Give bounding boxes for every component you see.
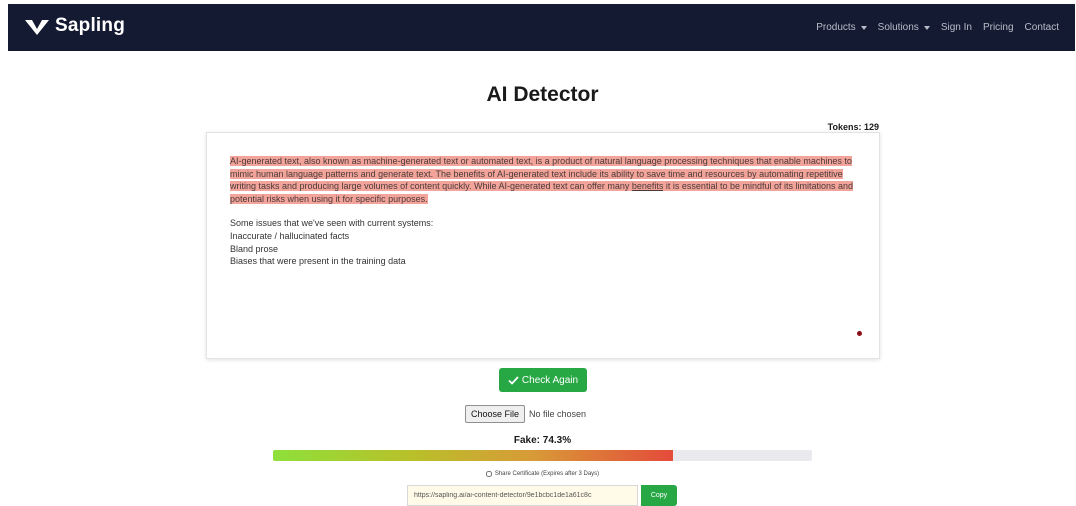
nav-solutions[interactable]: Solutions <box>878 22 930 33</box>
file-status: No file chosen <box>529 409 587 419</box>
caret-down-icon <box>923 25 930 30</box>
editor-line: Bland prose <box>230 243 279 254</box>
token-count: Tokens: 129 <box>827 122 879 132</box>
nav-products[interactable]: Products <box>816 22 867 33</box>
share-certificate[interactable]: Share Certificate (Expires after 3 Days) <box>0 471 1076 477</box>
editor-line: Biases that were present in the training… <box>230 256 406 267</box>
brand-logo-link[interactable]: Sapling <box>24 15 125 37</box>
copy-button[interactable]: Copy <box>641 485 677 506</box>
choose-file-button[interactable]: Choose File <box>465 405 526 423</box>
nav-signin[interactable]: Sign In <box>941 22 972 33</box>
nav-products-label: Products <box>816 22 856 33</box>
fake-score-label: Fake: 74.3% <box>513 435 572 446</box>
editor-line: Some issues that we've seen with current… <box>230 218 434 229</box>
nav-solutions-label: Solutions <box>877 22 919 33</box>
editor-line: Inaccurate / hallucinated facts <box>230 230 350 241</box>
caret-down-icon <box>860 25 867 30</box>
share-certificate-label: Share Certificate (Expires after 3 Days) <box>494 471 600 477</box>
check-again-label: Check Again <box>521 374 579 386</box>
nav-contact[interactable]: Contact <box>1025 22 1059 33</box>
sapling-logo-icon <box>25 20 49 35</box>
highlighted-paragraph: AI-generated text, also known as machine… <box>230 155 858 205</box>
text-editor[interactable]: AI-generated text, also known as machine… <box>206 132 880 359</box>
nav-links: Products Solutions Sign In Pricing Conta… <box>805 4 1059 51</box>
fake-score-bar <box>273 450 812 461</box>
share-url-field[interactable] <box>407 485 638 506</box>
navbar: Sapling Products Solutions Sign In Prici… <box>8 4 1075 51</box>
share-certificate-checkbox[interactable] <box>485 471 492 477</box>
nav-pricing[interactable]: Pricing <box>983 22 1014 33</box>
share-url-row: Copy <box>407 485 677 506</box>
brand-name: Sapling <box>55 15 126 36</box>
page-title: AI Detector <box>486 83 599 106</box>
ai-highlight-underlined: benefits <box>631 181 664 192</box>
check-again-button[interactable]: Check Again <box>499 368 587 392</box>
check-icon <box>508 375 519 385</box>
status-dot <box>857 331 862 336</box>
file-upload: Choose File No file chosen <box>465 405 586 423</box>
fake-score-fill <box>273 450 674 461</box>
